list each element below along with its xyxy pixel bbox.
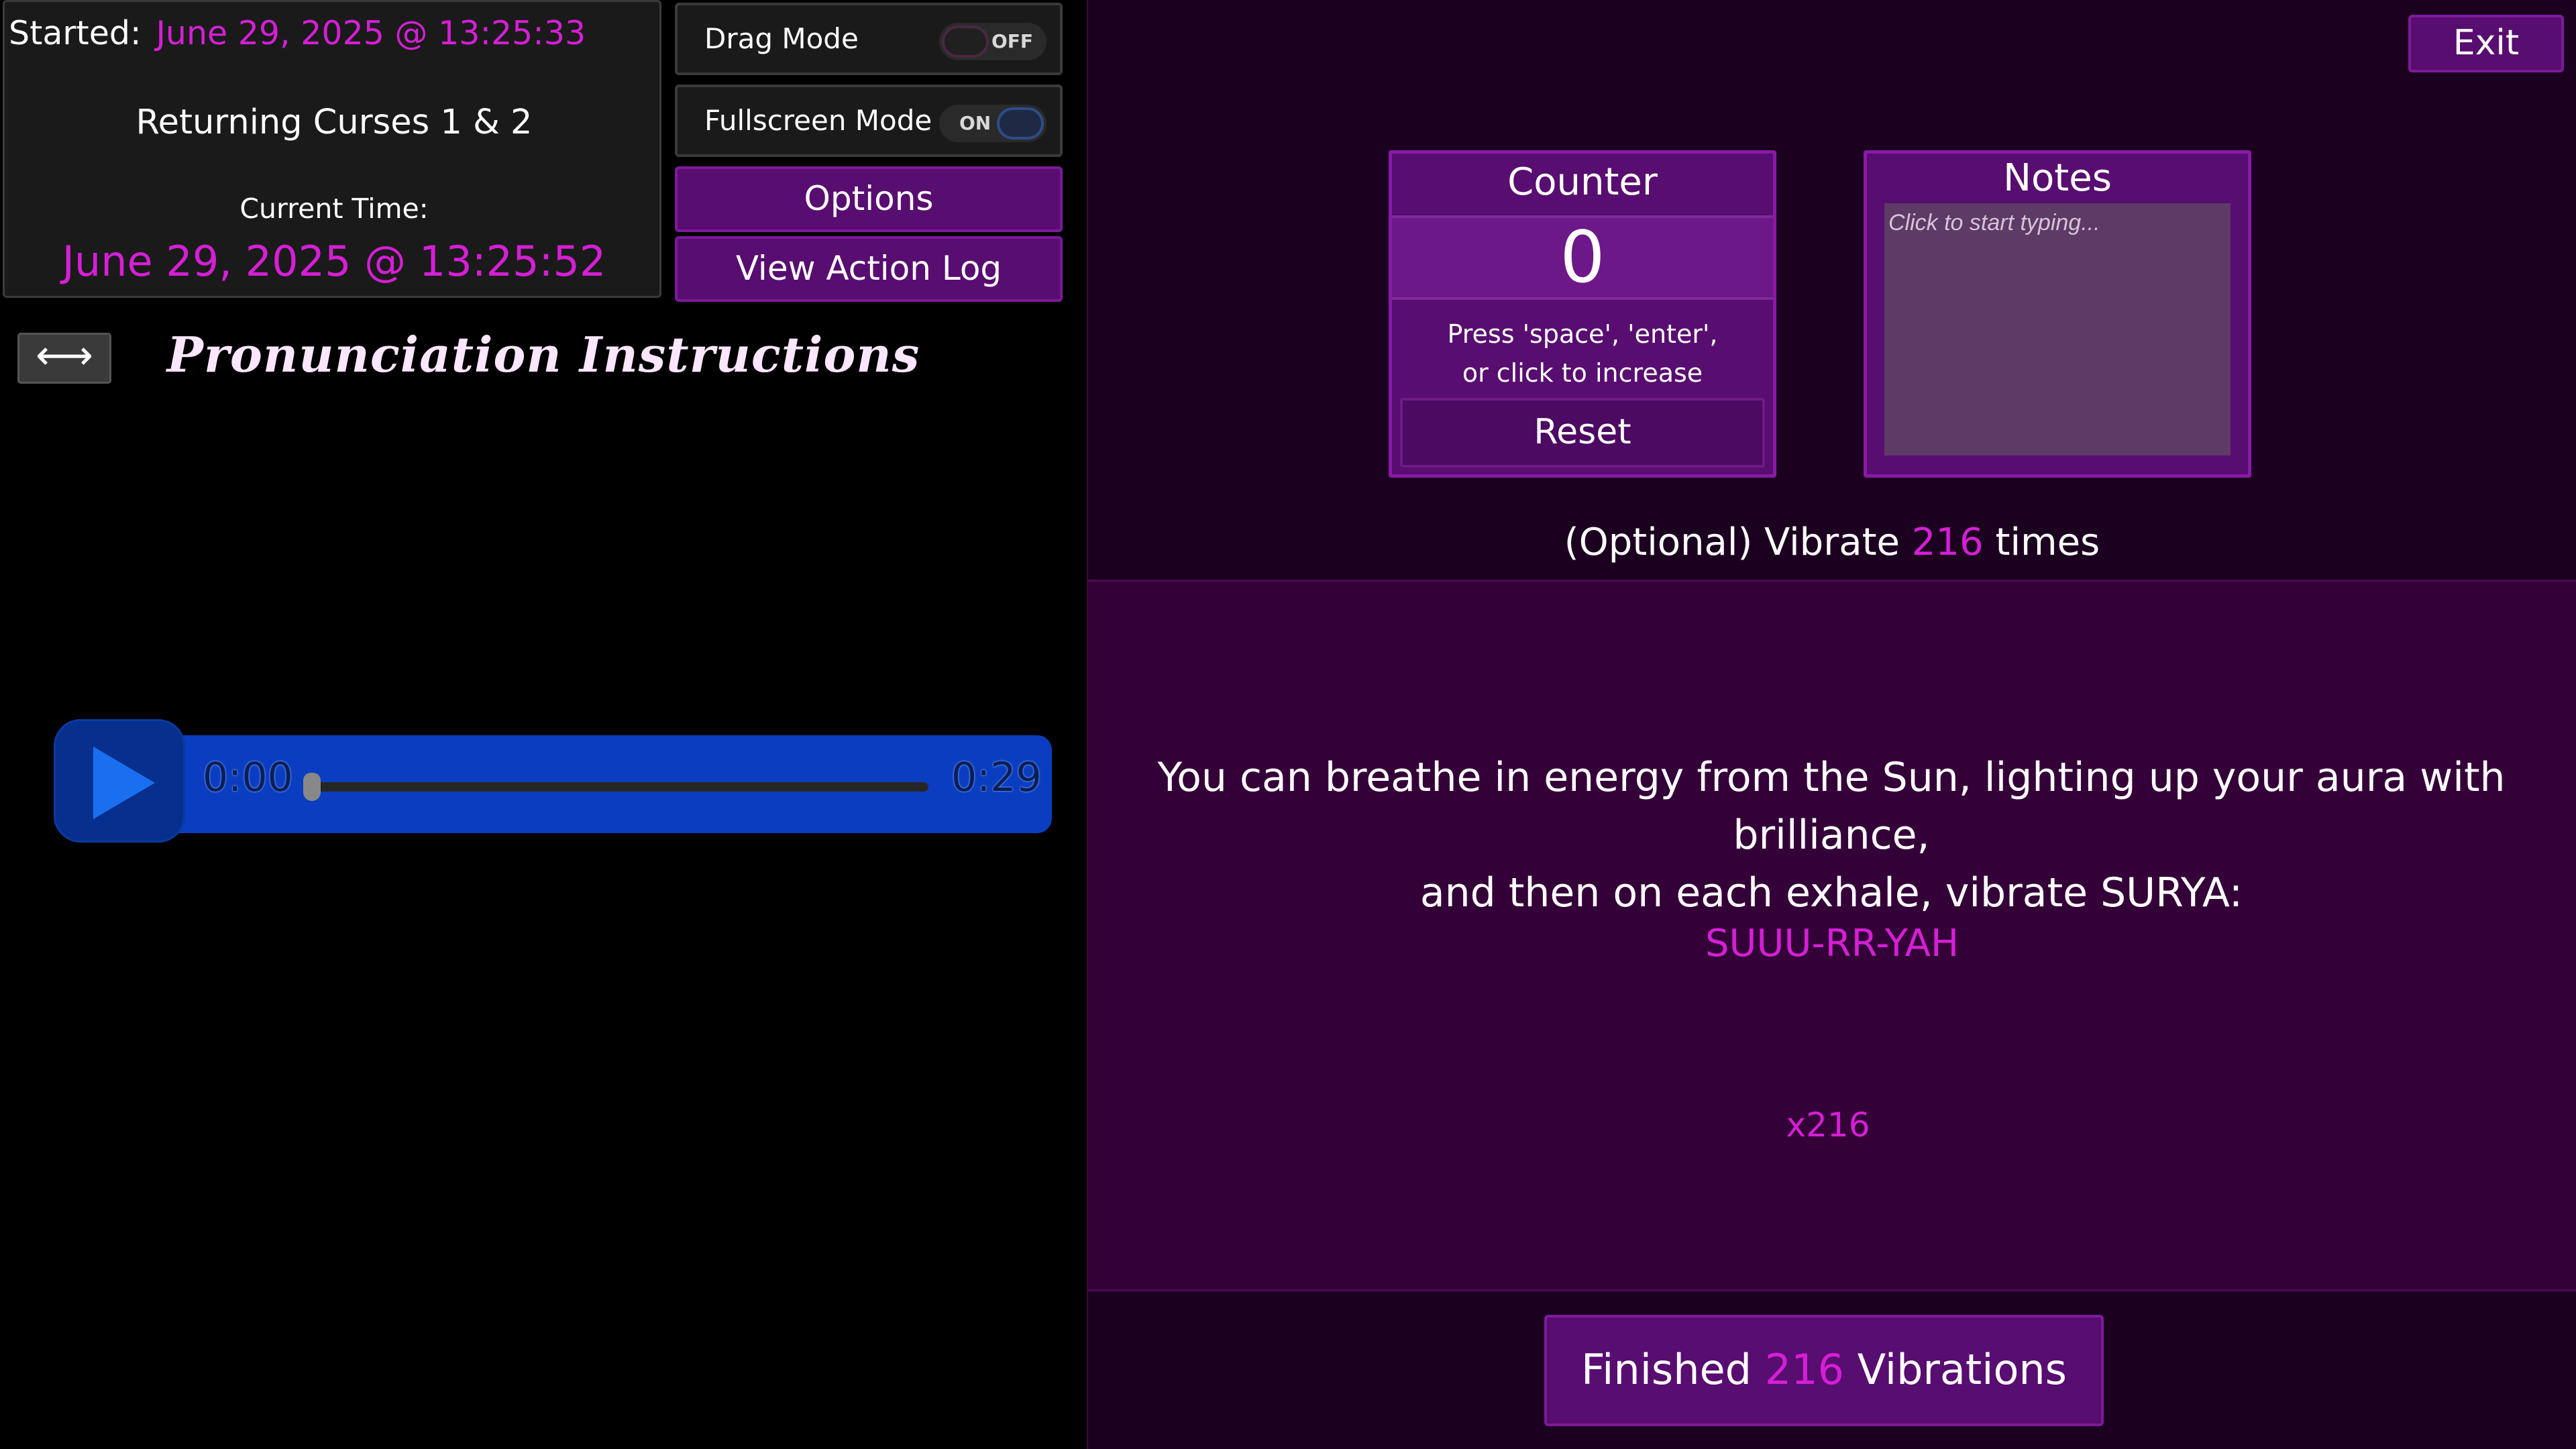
ritual-name: Returning Curses 1 & 2	[136, 103, 533, 142]
notes-widget: Notes	[1864, 150, 2251, 478]
toggle-knob	[942, 25, 989, 58]
audio-seek-thumb[interactable]	[303, 773, 321, 801]
instruction-line2: and then on each exhale, vibrate SURYA:	[1419, 869, 2243, 916]
vibrate-prefix: (Optional) Vibrate	[1564, 521, 1900, 564]
fullscreen-mode-label: Fullscreen Mode	[704, 104, 932, 137]
started-value: June 29, 2025 @ 13:25:33	[156, 14, 586, 52]
fullscreen-mode-state: ON	[959, 112, 991, 134]
counter-value[interactable]: 0	[1392, 215, 1773, 300]
play-icon	[93, 747, 155, 819]
drag-mode-state: OFF	[991, 30, 1033, 52]
session-info-panel: Started: June 29, 2025 @ 13:25:33 Returni…	[3, 0, 661, 298]
counter-widget: Counter 0 Press 'space', 'enter', or cli…	[1389, 150, 1776, 478]
fullscreen-mode-row: Fullscreen Mode ON	[675, 85, 1063, 157]
counter-hint: Press 'space', 'enter', or click to incr…	[1392, 315, 1773, 392]
app-root: Started: June 29, 2025 @ 13:25:33 Returni…	[0, 0, 2576, 1449]
right-top-panel	[1088, 0, 2576, 580]
fullscreen-mode-toggle[interactable]: ON	[939, 105, 1046, 142]
view-action-log-button[interactable]: View Action Log	[675, 236, 1063, 302]
audio-current-time: 0:00	[203, 754, 293, 801]
toggle-knob	[997, 107, 1044, 140]
instruction-text: You can breathe in energy from the Sun, …	[1114, 749, 2549, 922]
started-row: Started: June 29, 2025 @ 13:25:33	[9, 14, 586, 52]
finished-count: 216	[1764, 1345, 1845, 1394]
notes-input[interactable]	[1884, 203, 2231, 455]
options-button[interactable]: Options	[675, 166, 1063, 232]
finished-suffix: Vibrations	[1857, 1345, 2067, 1394]
vibrate-instruction: (Optional) Vibrate 216 times	[1088, 521, 2576, 564]
pronunciation-title: Pronunciation Instructions	[166, 326, 920, 383]
left-right-arrow-icon[interactable]: ⟷	[17, 333, 111, 384]
instruction-line1: You can breathe in energy from the Sun, …	[1157, 754, 2506, 859]
repetition-count: x216	[1786, 1106, 1870, 1144]
counter-title: Counter	[1507, 160, 1658, 204]
counter-hint-line1: Press 'space', 'enter',	[1447, 319, 1718, 349]
audio-duration: 0:29	[951, 754, 1042, 801]
current-time-label: Current Time:	[239, 193, 429, 225]
drag-mode-toggle[interactable]: OFF	[939, 23, 1046, 60]
finished-prefix: Finished	[1581, 1345, 1752, 1394]
exit-button[interactable]: Exit	[2408, 15, 2564, 72]
mantra-text: SUUU-RR-YAH	[1705, 922, 1960, 965]
drag-mode-row: Drag Mode OFF	[675, 3, 1063, 75]
notes-title: Notes	[2003, 156, 2112, 200]
drag-mode-label: Drag Mode	[704, 22, 859, 55]
started-label: Started:	[9, 14, 142, 52]
current-time-value: June 29, 2025 @ 13:25:52	[62, 237, 606, 286]
counter-reset-button[interactable]: Reset	[1400, 398, 1765, 468]
counter-hint-line2: or click to increase	[1462, 358, 1703, 388]
vibrate-suffix: times	[1995, 521, 2100, 564]
vibrate-count: 216	[1911, 521, 1984, 564]
audio-seek-bar[interactable]	[306, 782, 928, 792]
play-button[interactable]	[54, 719, 185, 843]
finished-vibrations-button[interactable]: Finished 216 Vibrations	[1544, 1315, 2104, 1426]
